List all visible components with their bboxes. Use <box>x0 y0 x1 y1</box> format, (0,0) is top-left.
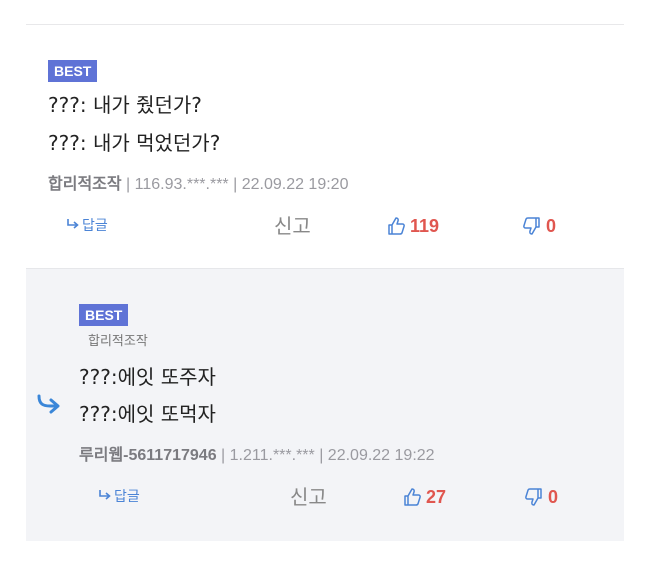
top-divider <box>26 24 624 25</box>
reply-label: 답글 <box>82 218 108 234</box>
comment-best-1: BEST ???: 내가 줬던가? ???: 내가 먹었던가? 합리적조작 | … <box>26 40 624 268</box>
timestamp: 22.09.22 19:22 <box>327 447 435 464</box>
like-button[interactable]: 27 <box>402 483 446 511</box>
comment-text-line: ???: 내가 줬던가? <box>48 93 202 117</box>
thumbs-up-icon <box>386 216 406 236</box>
comment-meta: 합리적조작 | 116.93.***.*** | 22.09.22 19:20 <box>48 174 348 196</box>
dislike-count: 0 <box>546 216 557 236</box>
dislike-count: 0 <box>548 487 559 507</box>
reply-arrow-icon <box>66 212 80 240</box>
reply-button[interactable]: 답글 <box>66 212 108 240</box>
ip-address: | 1.211.***.*** | <box>216 447 328 464</box>
best-badge: BEST <box>48 60 98 82</box>
thumbs-up-icon <box>402 487 422 507</box>
best-badge: BEST <box>79 304 129 326</box>
dislike-button[interactable]: 0 <box>522 212 556 240</box>
ip-address: | 116.93.***.*** | <box>121 176 242 193</box>
like-count: 27 <box>426 487 447 507</box>
nested-reply-arrow-icon <box>36 394 62 416</box>
comment-text-line: ???: 내가 먹었던가? <box>48 131 221 155</box>
author-name[interactable]: 합리적조작 <box>48 176 122 193</box>
comment-best-2-reply: BEST 합리적조작 ???:에잇 또주자 ???:에잇 또먹자 루리웹-561… <box>26 268 624 541</box>
comment-meta: 루리웹-5611717946 | 1.211.***.*** | 22.09.2… <box>79 445 435 467</box>
reply-button[interactable]: 답글 <box>98 483 140 511</box>
author-name[interactable]: 루리웹-5611717946 <box>79 447 217 464</box>
dislike-button[interactable]: 0 <box>524 483 558 511</box>
reply-arrow-icon <box>98 483 112 511</box>
like-count: 119 <box>410 216 440 236</box>
comment-text-line: ???:에잇 또먹자 <box>79 402 216 426</box>
thumbs-down-icon <box>522 216 542 236</box>
comment-actions: 답글 신고 119 0 <box>26 212 624 240</box>
comment-text-line: ???:에잇 또주자 <box>79 365 216 389</box>
report-button[interactable]: 신고 <box>274 212 311 240</box>
reply-label: 답글 <box>114 489 140 505</box>
like-button[interactable]: 119 <box>386 212 439 240</box>
comment-actions: 답글 신고 27 0 <box>26 483 624 511</box>
timestamp: 22.09.22 19:20 <box>241 176 349 193</box>
report-button[interactable]: 신고 <box>290 483 327 511</box>
thumbs-down-icon <box>524 487 544 507</box>
reply-to-author: 합리적조작 <box>88 334 148 349</box>
